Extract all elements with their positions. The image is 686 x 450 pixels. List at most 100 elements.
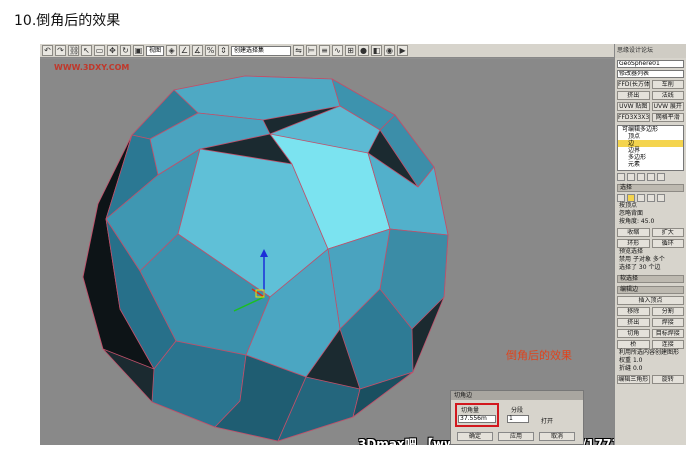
select-icon[interactable]: ↖ [81,45,92,56]
stack-item-polygon[interactable]: 多边形 [618,154,683,161]
edit-edges-rollout[interactable]: 编辑边 [617,286,684,294]
scale-icon[interactable]: ▣ [133,45,144,56]
crease-value[interactable]: 0.0 [633,365,643,372]
percent-snap-icon[interactable]: % [205,45,217,56]
remove-button[interactable]: 移除 [617,307,650,316]
reference-coord-select[interactable]: 视图 [146,45,165,56]
connect-button[interactable]: 连接 [651,340,684,349]
selection-rollout-header[interactable]: 选择 [617,184,684,192]
weight-value[interactable]: 1.0 [633,357,643,364]
main-toolbar: ↶ ↷ ⛓ ↖ ▭ ✥ ↻ ▣ 视图 ◈ ∠ ∡ % ⇕ 创建选择集 ⇋ ⊨ ≡… [40,44,614,58]
schematic-icon[interactable]: ⊞ [345,45,357,56]
weight-label: 权重 [619,357,632,364]
create-shape-label[interactable]: 利用所选内容创建图形 [615,349,686,357]
rotate-icon[interactable]: ↻ [120,45,131,56]
lathe-button[interactable]: 车削 [651,80,684,89]
layer-icon[interactable]: ≡ [319,45,331,56]
object-name-field[interactable]: GeoSphere01 [617,60,684,68]
extrude-mod-button[interactable]: 挤出 [617,91,650,100]
apply-button[interactable]: 应用 [498,432,534,441]
preview-multi-radio[interactable]: 多个 [653,256,665,263]
remove-modifier-icon[interactable] [647,173,655,181]
render-icon[interactable]: ◉ [384,45,396,56]
spinner-snap-icon[interactable]: ⇕ [218,45,230,56]
stack-item-edge[interactable]: 边 [618,140,683,147]
cancel-button[interactable]: 取消 [539,432,575,441]
angle-snap-icon[interactable]: ∡ [192,45,204,56]
link-icon[interactable]: ⛓ [68,45,79,56]
named-selection-select[interactable]: 创建选择集 [231,45,292,56]
quick-render-icon[interactable]: ▶ [397,45,409,56]
border-mode-icon[interactable] [637,194,645,202]
dialog-title: 切角边 [451,391,583,400]
perspective-viewport[interactable]: WWW.3DXY.COM 倒角后的效果 3Dmax吧 【www.linecg.c… [40,59,632,445]
target-weld-button[interactable]: 目标焊接 [651,329,684,338]
show-end-result-icon[interactable] [627,173,635,181]
preview-options[interactable]: 禁用 子对象 多个 [615,256,686,264]
weld-button[interactable]: 焊接 [651,318,684,327]
redo-icon[interactable]: ↷ [55,45,66,56]
turn-button[interactable]: 旋转 [651,375,684,384]
chamfer-amount-input[interactable]: 37.556m [458,415,496,423]
edge-mode-icon[interactable] [627,194,635,202]
polygon-mode-icon[interactable] [647,194,655,202]
chamfer-edges-dialog: 切角边 切角量 37.556m 分段 1 打开 确定 应用 取消 [450,390,584,445]
uvw-map-button[interactable]: UVW 贴图 [617,102,650,111]
by-vertex-checkbox[interactable]: 按顶点 [615,202,686,210]
soft-selection-rollout[interactable]: 软选择 [617,275,684,283]
crease-row: 折缝 0.0 [615,365,686,373]
bridge-button[interactable]: 桥 [617,340,650,349]
make-unique-icon[interactable] [637,173,645,181]
stack-item-vertex[interactable]: 顶点 [618,133,683,140]
ffd333-button[interactable]: FFD3X3X3 [617,113,650,122]
move-icon[interactable]: ✥ [107,45,118,56]
ignore-backface-checkbox[interactable]: 忽略背面 [615,210,686,218]
undo-icon[interactable]: ↶ [42,45,53,56]
stack-tools [617,173,684,181]
stack-item-border[interactable]: 边界 [618,147,683,154]
command-panel: 思缘设计论坛 GeoSphere01 修改器列表 FFD(长方体) 车削 挤出 … [614,44,686,445]
ring-button[interactable]: 环形 [617,239,650,248]
preview-subobject-radio[interactable]: 子对象 [633,256,651,263]
stack-item-element[interactable]: 元素 [618,161,683,168]
site-watermark-top-left: WWW.3DXY.COM [54,63,130,72]
vertex-mode-icon[interactable] [617,194,625,202]
preview-selection-label: 预览选择 [619,248,644,255]
configure-sets-icon[interactable] [657,173,665,181]
curve-editor-icon[interactable]: ∿ [332,45,344,56]
normal-mod-button[interactable]: 法线 [651,91,684,100]
align-icon[interactable]: ⊨ [306,45,318,56]
article-root: 10.倒角后的效果 ↶ ↷ ⛓ ↖ ▭ ✥ ↻ ▣ 视图 ◈ ∠ ∡ % ⇕ 创… [0,0,686,450]
shrink-button[interactable]: 收缩 [617,228,650,237]
pin-stack-icon[interactable] [617,173,625,181]
mirror-icon[interactable]: ⇋ [293,45,305,56]
max-screenshot: ↶ ↷ ⛓ ↖ ▭ ✥ ↻ ▣ 视图 ◈ ∠ ∡ % ⇕ 创建选择集 ⇋ ⊨ ≡… [40,44,686,445]
ffd-box-button[interactable]: FFD(长方体) [617,80,650,89]
panel-site-label: 思缘设计论坛 [615,44,686,58]
meshsmooth-button[interactable]: 网格平滑 [651,113,684,122]
segments-input[interactable]: 1 [507,415,529,423]
split-button[interactable]: 分割 [651,307,684,316]
stack-item-editable-poly[interactable]: 可编辑多边形 [618,126,683,133]
snap-icon[interactable]: ∠ [179,45,191,56]
material-editor-icon[interactable]: ● [358,45,370,56]
insert-vertex-button[interactable]: 插入顶点 [617,296,684,305]
weight-row: 权重 1.0 [615,357,686,365]
edit-tri-button[interactable]: 编辑三角形 [617,375,650,384]
crease-label: 折缝 [619,365,632,372]
site-watermark-top-right: 思缘设计论坛 [617,47,654,54]
open-checkbox-label[interactable]: 打开 [541,416,553,425]
chamfer-button[interactable]: 切角 [617,329,650,338]
by-angle-checkbox[interactable]: 按角度: 45.0 [615,218,686,226]
preview-disabled-radio[interactable]: 禁用 [619,256,631,263]
extrude-button[interactable]: 挤出 [617,318,650,327]
modifier-list-select[interactable]: 修改器列表 [617,70,684,78]
grow-button[interactable]: 扩大 [651,228,684,237]
pivot-icon[interactable]: ◈ [166,45,178,56]
ok-button[interactable]: 确定 [457,432,493,441]
uvw-unwrap-button[interactable]: UVW 展开 [651,102,684,111]
select-region-icon[interactable]: ▭ [94,45,105,56]
render-setup-icon[interactable]: ◧ [371,45,383,56]
loop-button[interactable]: 循环 [651,239,684,248]
element-mode-icon[interactable] [657,194,665,202]
